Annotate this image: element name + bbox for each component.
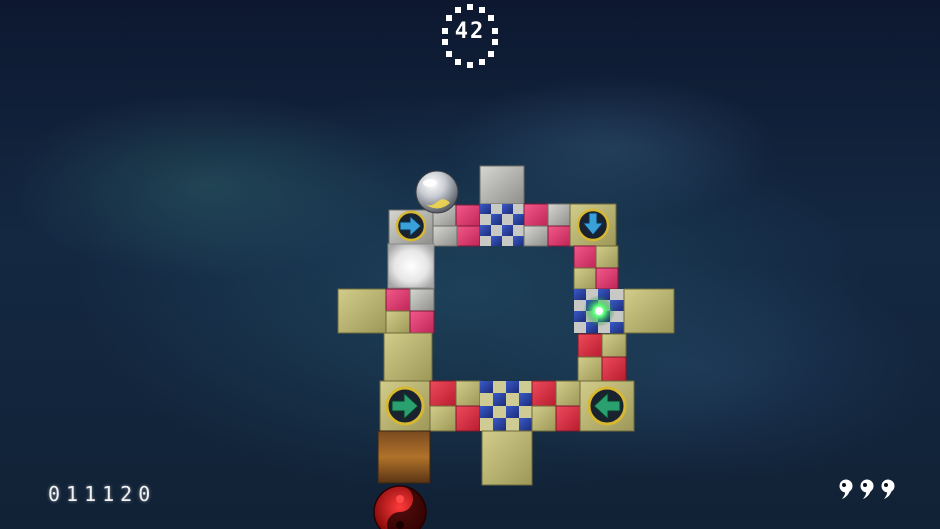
grey-tile (409, 288, 435, 312)
yellow-tile (573, 267, 597, 290)
pink-tile (523, 203, 549, 227)
pink-tile (455, 225, 481, 247)
score-counter: 011120 (48, 482, 157, 506)
glowing-tile (387, 243, 435, 289)
yin-yang-marble-icon[interactable] (415, 170, 459, 214)
grey-tile (547, 203, 571, 227)
yellow-tile (455, 380, 481, 407)
yellow-tile (623, 288, 675, 334)
yellow-tile (429, 405, 457, 432)
red-tile (555, 405, 581, 432)
pink-tile (547, 225, 571, 247)
grey-tile (479, 165, 525, 205)
grey-tile (523, 225, 549, 247)
yellow-tile (531, 405, 557, 432)
pink-tile (595, 267, 619, 290)
yellow-tile (601, 333, 627, 358)
ball-life-icon (839, 479, 853, 499)
yellow-tile (481, 430, 533, 486)
ball-life-icon (881, 479, 895, 499)
yellow-tile (577, 356, 603, 382)
pink-tile (455, 204, 481, 228)
grey-tile (337, 288, 387, 334)
timer-value: 42 (454, 19, 486, 44)
arrow-down-blue-icon (576, 208, 610, 242)
ball-life-icon (860, 479, 874, 499)
arrow-left-green-icon (587, 386, 627, 426)
red-tile (531, 380, 557, 407)
game-screen: 42 011120 (0, 0, 940, 529)
red-tile (429, 380, 457, 407)
checker-tile-bottom (480, 381, 532, 431)
grey-tile (385, 310, 411, 334)
pink-tile (573, 245, 597, 269)
rusty-tile (377, 430, 431, 484)
lives-indicator (837, 478, 896, 500)
red-tile (455, 405, 481, 432)
green-gem-icon (583, 295, 615, 327)
yin-yang-red-exit-icon (373, 485, 427, 529)
grey-tile (432, 225, 458, 247)
checker-tile-top (480, 204, 524, 246)
arrow-right-green-icon (385, 386, 425, 426)
pink-tile (601, 356, 627, 382)
pink-tile (577, 333, 603, 358)
yellow-tile (383, 332, 433, 382)
pink-tile (409, 310, 435, 334)
yellow-tile (555, 380, 581, 407)
pink-tile (385, 288, 411, 312)
game-board (337, 165, 675, 529)
yellow-tile (595, 245, 619, 269)
arrow-right-blue-icon (395, 210, 427, 242)
